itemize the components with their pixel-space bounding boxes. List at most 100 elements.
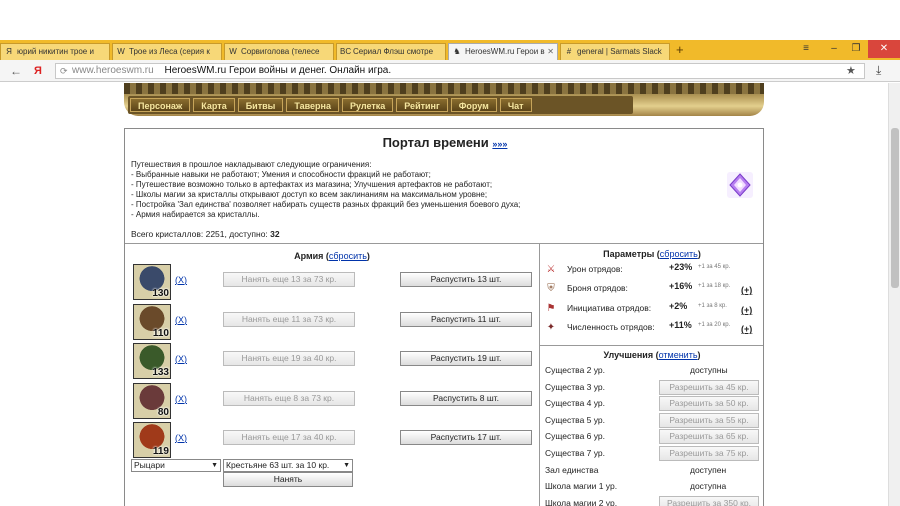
unit-remove-link[interactable]: (X) (175, 433, 187, 443)
intro-line: - Постройка 'Зал единства' позволяет наб… (131, 200, 521, 209)
allow-upgrade-button[interactable]: Разрешить за 45 кр. (659, 379, 759, 395)
browser-tab[interactable]: Яюрий никитин трое и (0, 43, 110, 60)
param-label: Инициатива отрядов: (567, 303, 652, 313)
dismiss-button[interactable]: Распустить 11 шт. (400, 312, 532, 327)
unit-portrait[interactable]: 110 (133, 304, 171, 340)
param-icon: ✦ (546, 322, 556, 333)
param-cost-note: +1 за 18 кр. (698, 283, 731, 289)
dismiss-button[interactable]: Распустить 13 шт. (400, 272, 532, 287)
refresh-icon[interactable]: ⟳ (60, 64, 68, 78)
browser-tab[interactable]: W Трое из Леса (серия к (112, 43, 222, 60)
unit-count: 119 (152, 446, 169, 457)
param-plus-link[interactable]: (+) (741, 324, 752, 334)
upgrade-label: Школа магии 2 ур. (545, 497, 618, 506)
menu-item[interactable]: Рейтинг (396, 98, 448, 112)
hire-button[interactable]: Нанять (223, 472, 353, 487)
menu-item[interactable]: Чат (499, 98, 532, 112)
browser-tab[interactable]: # general | Sarmats Slack (560, 43, 670, 60)
menu-item[interactable]: Персонаж (130, 98, 191, 112)
portal-more-link[interactable]: »»» (492, 139, 507, 149)
browser-tab[interactable]: W Сорвиголова (телесе (224, 43, 334, 60)
param-cost-note: +1 за 8 кр. (698, 303, 727, 309)
param-plus-link[interactable]: (+) (741, 305, 752, 315)
upgrade-row: Существа 2 ур. доступны (545, 362, 760, 378)
unit-remove-link[interactable]: (X) (175, 354, 187, 364)
tab-favicon-icon: BC (340, 47, 352, 56)
page-scrollbar[interactable] (888, 83, 900, 506)
army-unit-row: 133 (X) Нанять еще 19 за 40 кр. Распустить … (133, 343, 533, 379)
unit-remove-text: X (178, 315, 185, 325)
menu-icon[interactable]: ≡ (796, 40, 816, 58)
army-heading: Армия (сбросить) (294, 251, 370, 261)
army-reset-link[interactable]: сбросить (329, 251, 367, 261)
param-cost-note: +1 за 45 кр. (698, 264, 731, 270)
unit-select-value: Крестьяне 63 шт. за 10 кр. (226, 460, 330, 470)
unit-select[interactable]: Крестьяне 63 шт. за 10 кр. ▼ (223, 459, 353, 472)
tab-label: Сорвиголова (телесе (241, 47, 320, 56)
menu-item[interactable]: Битвы (237, 98, 284, 112)
browser-tab[interactable]: BC Сериал Флэш смотре (336, 43, 446, 60)
param-row: ⛨ Броня отрядов: +16% +1 за 18 кр. (+) (545, 281, 760, 299)
bookmark-star-icon[interactable]: ★ (846, 64, 856, 77)
unit-remove-link[interactable]: (X) (175, 394, 187, 404)
browser-tab[interactable]: ♞ HeroesWM.ru Герои в ✕ (448, 43, 558, 60)
upgrade-row: Существа 3 ур. Разрешить за 45 кр. (545, 379, 760, 395)
close-icon[interactable]: ✕ (868, 40, 900, 58)
dismiss-button[interactable]: Распустить 17 шт. (400, 430, 532, 445)
page-title: Портал времени »»» (125, 135, 763, 150)
tab-label: general | Sarmats Slack (577, 47, 662, 56)
allow-upgrade-button[interactable]: Разрешить за 350 кр. (659, 495, 759, 506)
param-label: Броня отрядов: (567, 283, 628, 293)
dismiss-button[interactable]: Распустить 8 шт. (400, 391, 532, 406)
param-plus-link[interactable]: (+) (741, 285, 752, 295)
unit-portrait[interactable]: 130 (133, 264, 171, 300)
unit-portrait[interactable]: 133 (133, 343, 171, 379)
hire-more-button[interactable]: Нанять еще 17 за 40 кр. (223, 430, 355, 445)
allow-upgrade-button[interactable]: Разрешить за 55 кр. (659, 412, 759, 428)
upgrade-label: Зал единства (545, 464, 599, 475)
minimize-icon[interactable]: – (824, 40, 844, 58)
upgrade-label: Существа 3 ур. (545, 381, 605, 392)
close-icon[interactable]: ✕ (547, 44, 554, 59)
menu-item[interactable]: Таверна (286, 98, 339, 112)
menu-item[interactable]: Рулетка (341, 98, 394, 112)
unit-portrait[interactable]: 119 (133, 422, 171, 458)
back-icon[interactable]: ← (10, 63, 22, 79)
allow-upgrade-button[interactable]: Разрешить за 65 кр. (659, 429, 759, 445)
hire-more-button[interactable]: Нанять еще 11 за 73 кр. (223, 312, 355, 327)
unit-remove-text: X (178, 354, 185, 364)
yandex-logo-icon[interactable]: Я (34, 63, 42, 79)
upgrade-label: Существа 7 ур. (545, 448, 605, 458)
faction-select[interactable]: Рыцари ▼ (131, 459, 221, 472)
hire-more-button[interactable]: Нанять еще 8 за 73 кр. (223, 391, 355, 406)
allow-upgrade-button[interactable]: Разрешить за 75 кр. (659, 446, 759, 461)
menu-item[interactable]: Форум (450, 98, 497, 112)
tab-label: Сериал Флэш смотре (353, 47, 434, 56)
upgrades-cancel-link[interactable]: отменить (659, 350, 698, 360)
upgrade-label: Школа магии 1 ур. (545, 481, 618, 492)
unit-count: 80 (157, 407, 169, 418)
menu-item[interactable]: Карта (193, 98, 235, 112)
unit-remove-link[interactable]: (X) (175, 315, 187, 325)
upgrade-label: Существа 5 ур. (545, 414, 605, 425)
tab-favicon-icon: W (117, 47, 125, 56)
new-tab-button[interactable]: + (676, 43, 684, 57)
dismiss-button[interactable]: Распустить 19 шт. (400, 351, 532, 366)
unit-remove-link[interactable]: (X) (175, 275, 187, 285)
allow-upgrade-button[interactable]: Разрешить за 50 кр. (659, 396, 759, 412)
param-row: ✦ Численность отрядов: +11% +1 за 20 кр. (+) (545, 320, 760, 338)
scrollbar-thumb[interactable] (891, 128, 899, 288)
params-reset-link[interactable]: сбросить (660, 249, 698, 259)
unit-portrait[interactable]: 80 (133, 383, 171, 419)
restore-icon[interactable]: ❐ (846, 40, 866, 58)
tab-favicon-icon: W (229, 47, 237, 56)
intro-line: - Выбранные навыки не работают; Умения и… (131, 170, 431, 179)
hire-more-button[interactable]: Нанять еще 13 за 73 кр. (223, 272, 355, 287)
upgrade-label: Существа 6 ур. (545, 431, 605, 442)
upgrades-heading: Улучшения (отменить) (603, 350, 701, 360)
download-icon[interactable]: ⤓ (876, 63, 881, 78)
param-value: +11% (669, 320, 692, 330)
url-field[interactable]: ⟳ www.heroeswm.ru HeroesWM.ru Герои войн… (55, 63, 865, 79)
param-row: ⚑ Инициатива отрядов: +2% +1 за 8 кр. (+) (545, 301, 760, 319)
hire-more-button[interactable]: Нанять еще 19 за 40 кр. (223, 351, 355, 366)
